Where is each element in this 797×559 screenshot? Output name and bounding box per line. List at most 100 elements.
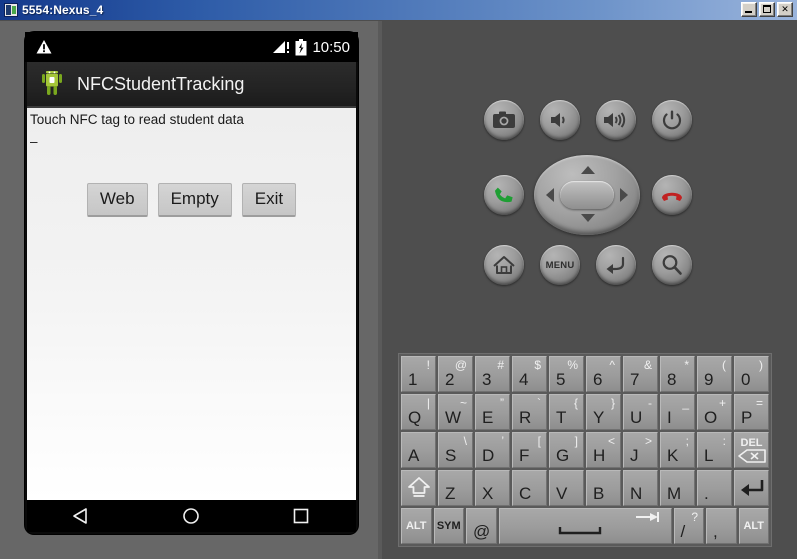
app-content: Touch NFC tag to read student data – Web… xyxy=(27,108,356,500)
app-actionbar: NFCStudentTracking xyxy=(27,62,356,108)
dpad-down-icon[interactable] xyxy=(581,214,595,222)
volume-down-button[interactable] xyxy=(540,100,580,140)
key-comma[interactable]: , xyxy=(706,508,737,544)
key-label: 8 xyxy=(667,370,677,389)
key-label: , xyxy=(713,522,718,541)
key-3[interactable]: 3 # xyxy=(475,356,510,392)
key-j[interactable]: J > xyxy=(623,432,658,468)
hardware-row-bottom: MENU xyxy=(484,245,692,285)
back-button[interactable] xyxy=(596,245,636,285)
key-b[interactable]: B xyxy=(586,470,621,506)
key-label: U xyxy=(630,408,643,427)
key-1[interactable]: 1! xyxy=(401,356,436,392)
key-m[interactable]: M xyxy=(660,470,695,506)
key-slash[interactable]: /? xyxy=(673,508,704,544)
web-button[interactable]: Web xyxy=(86,183,148,217)
key-5[interactable]: 5% xyxy=(549,356,584,392)
key-w[interactable]: W ~ xyxy=(438,394,473,430)
key-s[interactable]: S \ xyxy=(438,432,473,468)
key-r[interactable]: R ` xyxy=(512,394,547,430)
key-label: 7 xyxy=(630,370,640,389)
key-o[interactable]: O + xyxy=(697,394,732,430)
end-call-button[interactable] xyxy=(652,175,692,215)
key-at[interactable]: @ xyxy=(466,508,497,544)
dpad-center-button[interactable] xyxy=(560,181,614,209)
emulator-window: 5554:Nexus_4 ✕ 10:50 NFCStudentTracking … xyxy=(0,0,797,559)
key-g[interactable]: G] xyxy=(549,432,584,468)
minimize-button[interactable] xyxy=(741,2,757,17)
key-h[interactable]: H < xyxy=(586,432,621,468)
key-label: ALT xyxy=(405,520,427,532)
key-z[interactable]: Z xyxy=(438,470,473,506)
key-alt-label: } xyxy=(610,396,615,410)
key-y[interactable]: Y} xyxy=(586,394,621,430)
power-button[interactable] xyxy=(652,100,692,140)
key-a[interactable]: A xyxy=(401,432,436,468)
android-robot-icon xyxy=(39,67,65,97)
dpad-right-icon[interactable] xyxy=(620,188,628,202)
key-period[interactable]: . xyxy=(697,470,732,506)
nav-recents-icon[interactable] xyxy=(281,504,321,528)
exit-button[interactable]: Exit xyxy=(241,183,297,217)
home-button[interactable] xyxy=(484,245,524,285)
key-label: Y xyxy=(593,408,605,427)
dpad-up-icon[interactable] xyxy=(581,166,595,174)
key-label: Z xyxy=(445,484,456,503)
key-alt-label: * xyxy=(684,358,689,372)
key-space[interactable] xyxy=(498,508,672,544)
key-label: 2 xyxy=(445,370,455,389)
key-label: C xyxy=(519,484,532,503)
dpad-left-icon[interactable] xyxy=(546,188,554,202)
key-t[interactable]: T{ xyxy=(549,394,584,430)
maximize-button[interactable] xyxy=(759,2,775,17)
key-e[interactable]: E” xyxy=(475,394,510,430)
key-label: G xyxy=(556,446,570,465)
key-6[interactable]: 6 ^ xyxy=(586,356,621,392)
key-4[interactable]: 4 $ xyxy=(512,356,547,392)
hardware-row-top xyxy=(484,100,692,140)
close-button[interactable]: ✕ xyxy=(777,2,793,17)
key-n[interactable]: N xyxy=(623,470,658,506)
nav-home-icon[interactable] xyxy=(171,504,211,528)
key-label: 4 xyxy=(519,370,529,389)
signal-bars-icon xyxy=(272,40,290,54)
key-p[interactable]: P = xyxy=(734,394,769,430)
key-alt-left[interactable]: ALT xyxy=(401,508,432,544)
camera-button[interactable] xyxy=(484,100,524,140)
key-shift[interactable] xyxy=(401,470,436,506)
search-button[interactable] xyxy=(652,245,692,285)
key-v[interactable]: V xyxy=(549,470,584,506)
nav-back-icon[interactable] xyxy=(62,504,102,528)
key-alt-label: ; xyxy=(685,434,689,448)
key-delete[interactable]: DEL xyxy=(734,432,769,468)
key-alt-right[interactable]: ALT xyxy=(738,508,769,544)
key-8[interactable]: 8 * xyxy=(660,356,695,392)
volume-up-button[interactable] xyxy=(596,100,636,140)
call-button[interactable] xyxy=(484,175,524,215)
key-d[interactable]: D’ xyxy=(475,432,510,468)
key-x[interactable]: X xyxy=(475,470,510,506)
key-label: I xyxy=(667,408,672,427)
key-label: W xyxy=(445,408,462,427)
key-label: Q xyxy=(408,408,422,427)
key-0[interactable]: 0) xyxy=(734,356,769,392)
key-c[interactable]: C xyxy=(512,470,547,506)
key-k[interactable]: K; xyxy=(660,432,695,468)
key-alt-label: + xyxy=(718,396,726,410)
key-alt-label: - xyxy=(648,396,652,410)
key-9[interactable]: 9( xyxy=(697,356,732,392)
key-q[interactable]: Q | xyxy=(401,394,436,430)
menu-button[interactable]: MENU xyxy=(540,245,580,285)
key-l[interactable]: L: xyxy=(697,432,732,468)
empty-button[interactable]: Empty xyxy=(157,183,232,217)
key-2[interactable]: 2 @ xyxy=(438,356,473,392)
key-label: 0 xyxy=(741,370,751,389)
key-enter[interactable] xyxy=(734,470,769,506)
key-sym[interactable]: SYM xyxy=(433,508,464,544)
key-f[interactable]: F[ xyxy=(512,432,547,468)
key-7[interactable]: 7 & xyxy=(623,356,658,392)
dpad[interactable] xyxy=(534,155,640,235)
key-u[interactable]: U- xyxy=(623,394,658,430)
window-titlebar[interactable]: 5554:Nexus_4 ✕ xyxy=(0,0,797,20)
key-i[interactable]: I _ xyxy=(660,394,695,430)
